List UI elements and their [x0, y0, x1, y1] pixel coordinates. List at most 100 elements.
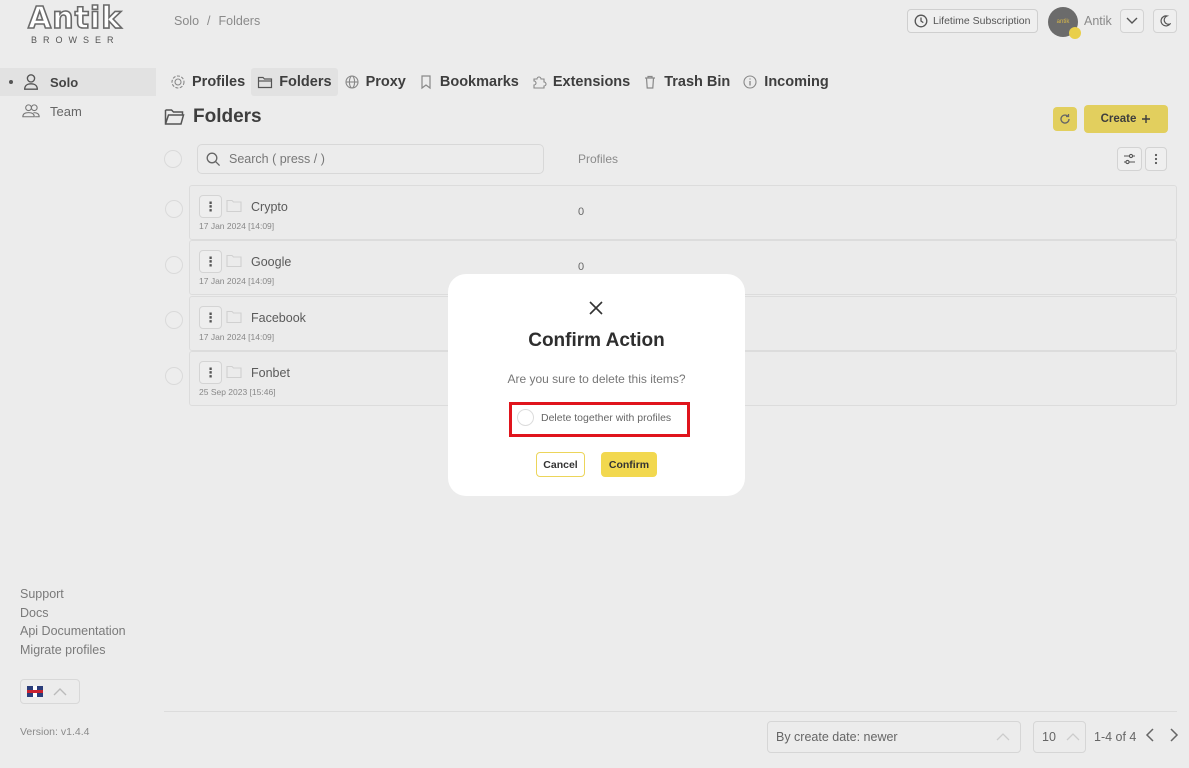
breadcrumb-folders: Folders: [218, 14, 261, 28]
row-checkbox[interactable]: [165, 256, 183, 274]
tab-label: Incoming: [764, 74, 829, 90]
section-tabs: Profiles Folders Proxy Bookmarks Extensi…: [164, 68, 835, 96]
gb-flag-icon: [27, 686, 43, 697]
subscription-label: Lifetime Subscription: [933, 15, 1031, 27]
row-checkbox[interactable]: [165, 367, 183, 385]
folder-icon: [226, 310, 242, 324]
support-link[interactable]: Support: [20, 587, 64, 601]
footer-divider: [164, 711, 1177, 712]
premium-star-icon: [1069, 27, 1081, 39]
folder-profiles-count: 0: [578, 206, 585, 218]
avatar[interactable]: antik: [1048, 7, 1081, 39]
tab-bookmarks[interactable]: Bookmarks: [412, 68, 525, 96]
create-label: Create: [1100, 113, 1137, 125]
sort-label: By create date: newer: [776, 730, 898, 744]
language-selector[interactable]: [20, 679, 80, 704]
folder-name: Facebook: [251, 311, 306, 325]
sidebar-item-solo[interactable]: Solo: [0, 68, 156, 96]
antik-browser-logo[interactable]: Antik BROWSER: [27, 1, 128, 45]
delete-with-profiles-checkbox[interactable]: [517, 409, 534, 426]
chevron-up-icon: [53, 687, 67, 695]
tab-trash-bin[interactable]: Trash Bin: [636, 68, 736, 96]
tab-profiles[interactable]: Profiles: [164, 68, 251, 96]
checkbox-label: Delete together with profiles: [541, 411, 672, 424]
version-label: Version: v1.4.4: [20, 726, 90, 738]
previous-page-icon[interactable]: [1144, 727, 1156, 743]
folder-icon: [226, 254, 242, 268]
kebab-menu-icon: [1154, 153, 1158, 165]
globe-icon: [345, 75, 359, 89]
tab-label: Extensions: [552, 74, 631, 90]
search-box[interactable]: [197, 144, 544, 174]
folder-date: 17 Jan 2024 [14:09]: [199, 276, 275, 286]
username: Antik: [1084, 14, 1112, 28]
create-button[interactable]: Create: [1084, 105, 1168, 133]
sort-select[interactable]: By create date: newer: [767, 721, 1021, 753]
search-icon: [206, 152, 221, 166]
chevron-up-icon: [1066, 733, 1080, 741]
info-icon: [743, 75, 757, 89]
tab-extensions[interactable]: Extensions: [525, 68, 636, 96]
next-page-icon[interactable]: [1168, 727, 1180, 743]
tab-incoming[interactable]: Incoming: [736, 68, 834, 96]
folder-icon: [258, 76, 273, 89]
column-header-profiles: Profiles: [578, 152, 619, 166]
refresh-button[interactable]: [1053, 107, 1077, 131]
api-documentation-link[interactable]: Api Documentation: [20, 624, 126, 638]
close-icon[interactable]: [587, 299, 605, 317]
table-row[interactable]: ⋮ Crypto 17 Jan 2024 [14:09] 0: [189, 185, 1177, 240]
migrate-profiles-link[interactable]: Migrate profiles: [20, 643, 105, 657]
confirm-dialog: Confirm Action Are you sure to delete th…: [448, 274, 745, 496]
theme-toggle-button[interactable]: [1153, 9, 1177, 33]
sliders-icon: [1124, 153, 1135, 165]
tab-proxy[interactable]: Proxy: [338, 68, 412, 96]
per-page-select[interactable]: 10: [1033, 721, 1086, 753]
breadcrumb-separator: /: [207, 14, 211, 28]
breadcrumb-solo[interactable]: Solo: [174, 14, 199, 28]
logo-wordmark: Antik: [27, 1, 123, 36]
more-options-button[interactable]: [1145, 147, 1167, 171]
sidebar-item-label: Solo: [50, 74, 79, 90]
select-all-checkbox[interactable]: [164, 150, 182, 168]
tab-label: Trash Bin: [664, 74, 731, 90]
per-page-value: 10: [1042, 730, 1056, 744]
tab-label: Proxy: [365, 74, 406, 90]
search-input[interactable]: [229, 152, 529, 166]
dialog-message: Are you sure to delete this items?: [507, 372, 686, 386]
docs-link[interactable]: Docs: [20, 606, 48, 620]
lifetime-subscription-button[interactable]: Lifetime Subscription: [907, 9, 1038, 33]
plus-icon: [1142, 115, 1151, 123]
filter-settings-button[interactable]: [1117, 147, 1142, 171]
row-menu-button[interactable]: ⋮: [199, 306, 222, 329]
dialog-title: Confirm Action: [528, 330, 665, 351]
row-menu-button[interactable]: ⋮: [199, 361, 222, 384]
page-title: Folders: [164, 106, 262, 128]
folder-date: 17 Jan 2024 [14:09]: [199, 221, 275, 231]
chevron-up-icon: [996, 733, 1010, 741]
active-bullet: [9, 80, 13, 84]
page-title-text: Folders: [193, 106, 262, 127]
confirm-button[interactable]: Confirm: [601, 452, 657, 477]
folder-icon: [226, 199, 242, 213]
trash-icon: [645, 75, 656, 89]
clock-icon: [914, 14, 928, 28]
user-menu-dropdown-button[interactable]: [1120, 9, 1144, 33]
fingerprint-icon: [171, 75, 185, 89]
cancel-button[interactable]: Cancel: [536, 452, 585, 477]
delete-with-profiles-option[interactable]: Delete together with profiles: [517, 409, 671, 426]
moon-icon: [1160, 15, 1171, 27]
tab-label: Profiles: [192, 74, 246, 90]
row-checkbox[interactable]: [165, 311, 183, 329]
row-menu-button[interactable]: ⋮: [199, 250, 222, 273]
tab-label: Bookmarks: [439, 74, 519, 90]
folder-profiles-count: 0: [578, 261, 585, 273]
sidebar-item-team[interactable]: Team: [0, 97, 156, 125]
folder-open-icon: [164, 109, 185, 125]
avatar-text: antik: [1056, 19, 1070, 25]
folder-name: Google: [251, 255, 292, 269]
row-menu-button[interactable]: ⋮: [199, 195, 222, 218]
tab-folders[interactable]: Folders: [251, 68, 338, 96]
row-checkbox[interactable]: [165, 200, 183, 218]
refresh-icon: [1060, 114, 1070, 124]
puzzle-icon: [533, 76, 547, 89]
